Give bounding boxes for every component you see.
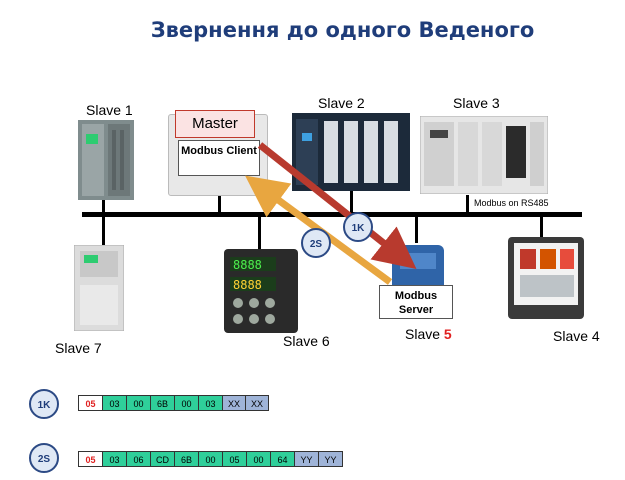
frame-byte-cell: YY <box>318 451 343 467</box>
response-frame: 05 03 06 CD 6B 00 05 00 64 YY YY <box>78 451 343 467</box>
frame-byte-cell: 03 <box>102 395 127 411</box>
frame-byte-cell: XX <box>222 395 246 411</box>
frame-byte-cell: 6B <box>150 395 175 411</box>
request-frame: 05 03 00 6B 00 03 XX XX <box>78 395 269 411</box>
frame-byte-cell: 64 <box>270 451 295 467</box>
frame-byte-cell: 03 <box>102 451 127 467</box>
request-frame-tag: 1K <box>29 389 59 419</box>
frame-byte-cell: 00 <box>126 395 151 411</box>
frame-byte-cell: XX <box>245 395 269 411</box>
response-arrow-tag: 2S <box>301 228 331 258</box>
frame-byte-cell: 05 <box>78 395 103 411</box>
frame-byte-cell: 05 <box>222 451 247 467</box>
frame-byte-cell: 00 <box>174 395 199 411</box>
frame-byte-cell: 05 <box>78 451 103 467</box>
frame-byte-cell: 00 <box>246 451 271 467</box>
frame-byte-cell: 00 <box>198 451 223 467</box>
frame-byte-cell: 03 <box>198 395 223 411</box>
request-arrow-tag: 1K <box>343 212 373 242</box>
frame-byte-cell: YY <box>294 451 319 467</box>
response-frame-tag: 2S <box>29 443 59 473</box>
frame-byte-cell: 6B <box>174 451 199 467</box>
frame-byte-cell: 06 <box>126 451 151 467</box>
frame-byte-cell: CD <box>150 451 175 467</box>
